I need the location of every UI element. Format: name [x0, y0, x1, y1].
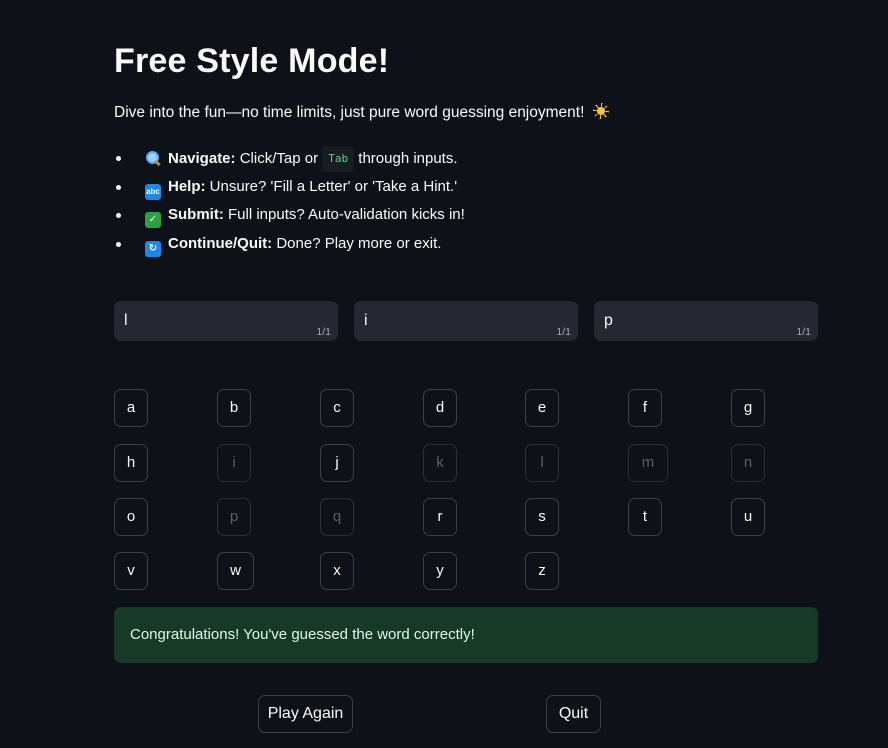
- char-counter: 1/1: [796, 326, 811, 338]
- letter-key-a[interactable]: a: [114, 389, 148, 427]
- letter-key-v[interactable]: v: [114, 552, 148, 590]
- letter-key-z[interactable]: z: [525, 552, 559, 590]
- tip-label: Help:: [168, 177, 206, 195]
- word-inputs: l 1/1 i 1/1 p 1/1: [114, 301, 818, 341]
- letter-key-h[interactable]: h: [114, 444, 148, 482]
- letter-key-m: m: [628, 444, 668, 482]
- play-again-button[interactable]: Play Again: [258, 695, 353, 733]
- check-icon: ✓: [145, 212, 161, 228]
- tips-list: Navigate: Click/Tap or Tab through input…: [114, 146, 465, 260]
- letter-input-3[interactable]: p 1/1: [594, 301, 818, 341]
- intro-text: Dive into the fun—no time limits, just p…: [114, 103, 609, 122]
- letter-key-o[interactable]: o: [114, 498, 148, 536]
- tip-label: Submit:: [168, 206, 224, 223]
- tip-label: Navigate:: [168, 150, 236, 167]
- letter-key-y[interactable]: y: [423, 552, 457, 590]
- letter-key-l: l: [525, 444, 559, 482]
- tip-navigate: Navigate: Click/Tap or Tab through input…: [114, 146, 465, 175]
- app-page: Free Style Mode! Dive into the fun—no ti…: [0, 0, 888, 748]
- letter-key-f[interactable]: f: [628, 389, 662, 427]
- success-message: Congratulations! You've guessed the word…: [130, 626, 475, 643]
- letter-key-p: p: [217, 498, 251, 536]
- tip-text: Click/Tap or: [239, 150, 319, 167]
- letter-key-g[interactable]: g: [731, 389, 765, 427]
- char-counter: 1/1: [316, 326, 331, 338]
- letter-key-r[interactable]: r: [423, 498, 457, 536]
- page-title: Free Style Mode!: [114, 42, 390, 80]
- letter-key-c[interactable]: c: [320, 389, 354, 427]
- success-alert: Congratulations! You've guessed the word…: [114, 607, 818, 663]
- letter-key-k: k: [423, 444, 457, 482]
- letter-key-d[interactable]: d: [423, 389, 457, 427]
- letter-input-value[interactable]: i: [364, 312, 368, 330]
- letter-input-value[interactable]: l: [124, 312, 128, 330]
- letter-key-x[interactable]: x: [320, 552, 354, 590]
- sun-icon: [592, 103, 609, 119]
- letter-key-s[interactable]: s: [525, 498, 559, 536]
- tip-submit: ✓ Submit: Full inputs? Auto-validation ki…: [114, 203, 465, 232]
- letter-input-1[interactable]: l 1/1: [114, 301, 338, 341]
- tip-text: Full inputs? Auto-validation kicks in!: [228, 206, 465, 223]
- magnifier-icon: [145, 150, 161, 166]
- intro-label: Dive into the fun—no time limits, just p…: [114, 104, 585, 121]
- letter-key-q: q: [320, 498, 354, 536]
- tip-text: Done? Play more or exit.: [276, 234, 442, 252]
- char-counter: 1/1: [556, 326, 571, 338]
- cycle-icon: ↻: [145, 240, 161, 257]
- letter-key-u[interactable]: u: [731, 498, 765, 536]
- letter-key-t[interactable]: t: [628, 498, 662, 536]
- letter-key-j[interactable]: j: [320, 444, 354, 482]
- abc-icon: abc: [145, 183, 161, 200]
- tip-label: Continue/Quit:: [168, 234, 273, 252]
- tip-text: Unsure? 'Fill a Letter' or 'Take a Hint.…: [209, 177, 458, 195]
- letter-key-n: n: [731, 444, 765, 482]
- letter-input-2[interactable]: i 1/1: [354, 301, 578, 341]
- letter-key-b[interactable]: b: [217, 389, 251, 427]
- letter-key-w[interactable]: w: [217, 552, 254, 590]
- letter-keyboard: a b c d e f g h i j k l m n o p q r s t u v w x y z: [114, 389, 818, 599]
- letter-input-value[interactable]: p: [604, 312, 613, 330]
- tip-help: abc Help: Unsure? 'Fill a Letter' or 'Tak…: [114, 175, 465, 204]
- quit-button[interactable]: Quit: [546, 695, 601, 733]
- tab-key-code: Tab: [322, 146, 355, 172]
- letter-key-i: i: [217, 444, 251, 482]
- tip-text: through inputs.: [358, 150, 458, 167]
- letter-key-e[interactable]: e: [525, 389, 559, 427]
- tip-continue-quit: ↻ Continue/Quit: Done? Play more or exit.: [114, 232, 465, 261]
